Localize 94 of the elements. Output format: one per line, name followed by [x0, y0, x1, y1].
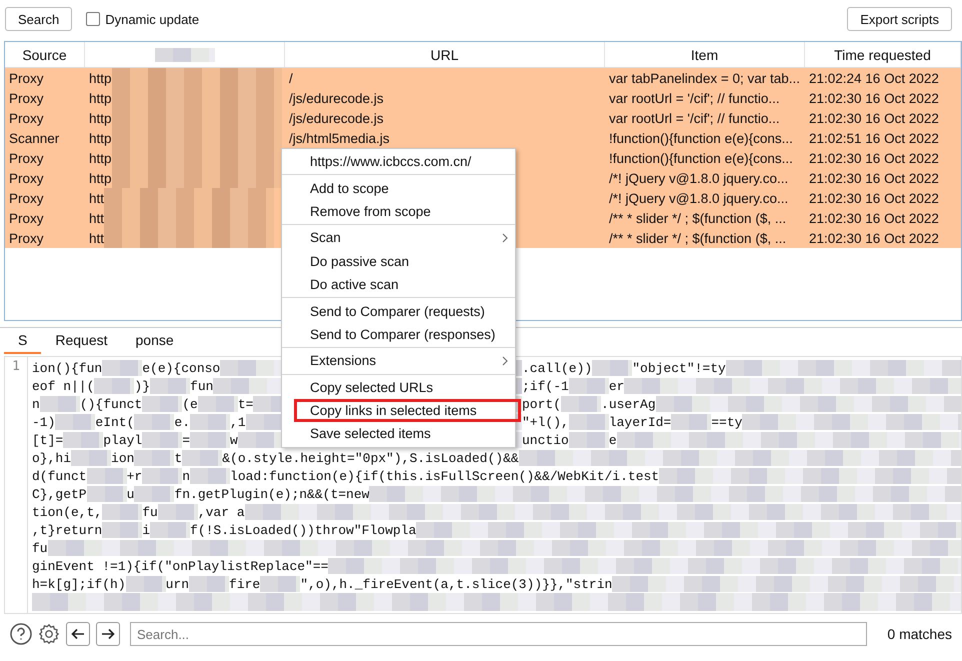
source-cell-text: Proxy	[8, 150, 45, 168]
source-cell-text: Proxy	[8, 110, 45, 128]
code-text: [t]=	[32, 432, 64, 448]
host-cell: http	[89, 150, 112, 166]
code-text: ;if(-1	[522, 378, 569, 394]
code-text: e.	[174, 414, 190, 430]
time-cell-text: 21:02:30 16 Oct 2022	[808, 170, 940, 188]
code-text: .userAg	[601, 396, 656, 412]
code-text: =	[182, 432, 190, 448]
code-text: -1)	[32, 414, 56, 430]
url-cell-text: /js/edurecode.js	[288, 90, 385, 108]
time-cell-text: 21:02:30 16 Oct 2022	[808, 110, 940, 128]
host-cell: http	[89, 130, 112, 146]
code-text: port(	[522, 396, 562, 412]
url-cell-text: /js/edurecode.js	[288, 110, 385, 128]
code-text: playl	[103, 432, 142, 448]
host-cell: http	[89, 70, 112, 86]
code-text: w	[230, 432, 238, 448]
host-cell: htt	[89, 210, 104, 226]
code-text: C},getP	[32, 486, 87, 502]
item-cell-text: var rootUrl = '/cif'; // functio...	[608, 110, 781, 128]
code-text: o},hi	[32, 450, 72, 466]
match-count: 0 matches	[887, 626, 952, 642]
host-cell: htt	[89, 230, 104, 246]
code-text: .call(e))	[522, 360, 592, 376]
item-cell-text: var tabPanelindex = 0; var tab...	[608, 70, 801, 88]
code-text: d(funct	[32, 468, 87, 484]
item-cell-text: /*! jQuery v@1.8.0 jquery.co...	[608, 170, 790, 188]
code-text: unctio	[522, 432, 569, 448]
code-text: ion	[111, 450, 134, 466]
code-text: ==ty	[711, 414, 742, 430]
source-cell-text: Proxy	[8, 70, 45, 88]
code-text: e(e){conso	[142, 360, 220, 376]
code-text: &(o.style.height="0px"),S.isLoaded()&&	[222, 450, 519, 466]
item-cell-text: /*! jQuery v@1.8.0 jquery.co...	[608, 190, 790, 208]
dynamic-update-label: Dynamic update	[105, 12, 200, 26]
source-cell-text: Proxy	[8, 230, 45, 248]
code-text: h=k[g];if(h)	[32, 576, 126, 592]
code-text: +r	[126, 468, 142, 484]
code-text: "object"!=ty	[632, 360, 726, 376]
host-cell: http	[89, 110, 112, 126]
url-cell-text: /js/html5media.js	[288, 130, 391, 148]
host-cell: http	[89, 90, 112, 106]
item-cell-text: var rootUrl = '/cif'; // functio...	[608, 90, 781, 108]
source-cell-text: Proxy	[8, 210, 45, 228]
code-text: f(!S.isLoaded())throw"Flowpla	[190, 522, 416, 538]
time-cell-text: 21:02:30 16 Oct 2022	[808, 150, 940, 168]
code-text: ion(){fun	[32, 360, 102, 376]
item-cell-text: /** * slider */ ; $(function ($, ...	[608, 210, 788, 228]
source-cell-text: Proxy	[8, 90, 45, 108]
code-text: fn.getPlugin(e);n&&(t=new	[174, 486, 370, 502]
code-text: ",o),h._fireEvent(a,t.slice(3))}},"strin	[300, 576, 612, 592]
code-text: fu	[142, 504, 158, 520]
code-text: t=	[238, 396, 254, 412]
url-cell-text: /	[288, 70, 294, 88]
time-cell-text: 21:02:30 16 Oct 2022	[808, 210, 940, 228]
time-cell-text: 21:02:30 16 Oct 2022	[808, 90, 940, 108]
code-text: (e	[182, 396, 198, 412]
source-cell-text: Scanner	[8, 130, 60, 148]
code-text: i	[142, 522, 150, 538]
code-text: n	[182, 468, 190, 484]
item-cell-text: /** * slider */ ; $(function ($, ...	[608, 230, 788, 248]
host-cell: htt	[89, 190, 104, 206]
code-text: ,1	[230, 414, 246, 430]
code-text: "+l(),	[522, 414, 569, 430]
code-text: n	[32, 396, 40, 412]
item-cell-text: !function(){function e(e){cons...	[608, 150, 794, 168]
code-text: u	[126, 486, 134, 502]
code-text: e	[608, 432, 617, 448]
code-text: layerId=	[608, 414, 672, 430]
code-text: fire	[229, 576, 260, 592]
code-text: (){funct	[80, 396, 142, 412]
time-cell-text: 21:02:30 16 Oct 2022	[808, 190, 940, 208]
code-text: urn	[166, 576, 190, 592]
item-cell-text: !function(){function e(e){cons...	[608, 130, 794, 148]
code-text: ,t}return	[32, 522, 102, 538]
time-cell-text: 21:02:24 16 Oct 2022	[808, 70, 940, 88]
code-text: fu	[32, 540, 48, 556]
code-text: eof n||(	[32, 378, 94, 394]
time-cell-text: 21:02:51 16 Oct 2022	[808, 130, 940, 148]
code-text: ,var a	[198, 504, 245, 520]
code-text: t	[174, 450, 182, 466]
code-text: tion(e,t,	[32, 504, 102, 520]
source-cell-text: Proxy	[8, 190, 45, 208]
code-text: )}	[134, 378, 150, 394]
code-text: er	[608, 378, 624, 394]
source-cell-text: Proxy	[8, 170, 45, 188]
time-cell-text: 21:02:30 16 Oct 2022	[808, 230, 940, 248]
code-text: load:function(e){if(this.isFullScreen()&&/WebKit/i.test	[230, 468, 660, 484]
line-number: 1	[12, 359, 20, 376]
code-text: eInt(	[95, 414, 134, 430]
code-text: fun	[190, 378, 214, 394]
code-text: ginEvent !=1){if("onPlaylistReplace"==	[32, 558, 328, 574]
host-cell: http	[89, 170, 112, 186]
